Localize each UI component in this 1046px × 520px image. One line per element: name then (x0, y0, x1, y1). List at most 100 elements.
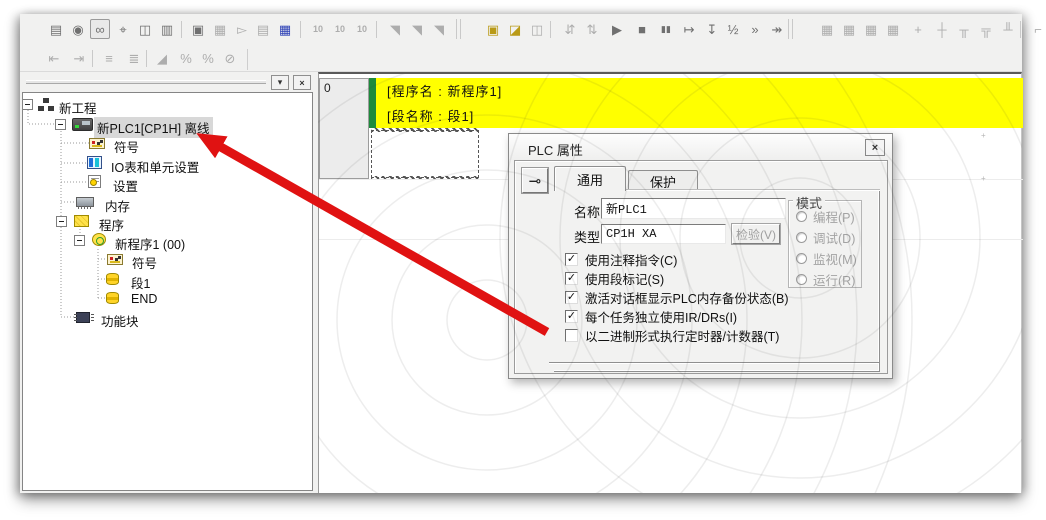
contact-icon-1[interactable]: ┼ (932, 19, 952, 39)
tree-item-io-table[interactable]: IO表和单元设置 (23, 155, 312, 174)
pin-button[interactable]: ⊸ (522, 168, 548, 193)
wand-icon[interactable]: ◢ (152, 48, 172, 68)
view-glasses-icon[interactable]: ∞ (90, 19, 110, 39)
bit-monitor-icon-2[interactable]: 10 (330, 19, 350, 39)
tab-general[interactable]: 通用 (554, 166, 626, 191)
tree-item-end[interactable]: END (23, 290, 312, 309)
verify-button[interactable]: 检验(V) (732, 224, 780, 244)
step-into-icon[interactable]: ↧ (702, 19, 722, 39)
type-input[interactable]: CP1H XA (601, 224, 726, 244)
project-tree: 新工程 新PLC1[CP1H] 离线 符号 IO表和单元设置 设置 内存 (22, 92, 313, 491)
expander-icon[interactable] (55, 119, 66, 130)
tree-item-symbols[interactable]: 符号 (23, 135, 312, 154)
io-table-icon[interactable]: ▦ (275, 19, 295, 39)
monitor-icon-3[interactable]: ▦ (861, 19, 881, 39)
stop-icon[interactable]: ■ (632, 19, 652, 39)
binoculars-icon[interactable]: ⌖ (113, 19, 133, 39)
percent-icon-2[interactable]: % (198, 48, 218, 68)
find-icon[interactable]: ◉ (68, 19, 88, 39)
panel-close-button[interactable]: × (293, 75, 311, 90)
grid-view-icon[interactable]: ▦ (210, 19, 230, 39)
checkbox-icon: ✓ (565, 291, 578, 304)
expander-icon[interactable] (22, 99, 33, 110)
expander-icon[interactable] (56, 216, 67, 227)
tree-item-memory[interactable]: 内存 (23, 194, 312, 213)
tree-item-new-program[interactable]: 新程序1 (00) (23, 232, 312, 251)
function-block-icon (76, 312, 90, 323)
radio-debug[interactable]: 调试(D) (796, 228, 855, 247)
properties-icon[interactable]: ▥ (157, 19, 177, 39)
monitor-icon-2[interactable]: ▦ (839, 19, 859, 39)
rung-wrap-icon[interactable]: ≣ (124, 48, 144, 68)
percent-icon-3[interactable]: ⊘ (220, 48, 240, 68)
force-cancel-icon[interactable]: ◥ (429, 19, 449, 39)
run-to-end-icon[interactable]: ↠ (767, 19, 787, 39)
download-icon[interactable]: ⇅ (582, 19, 602, 39)
indent-left-icon[interactable]: ⇤ (44, 48, 64, 68)
ladder-cursor-cell[interactable] (371, 130, 479, 178)
grid-mark: + (981, 174, 986, 183)
monitor-icon-1[interactable]: ▦ (817, 19, 837, 39)
upload-icon[interactable]: ⇵ (560, 19, 580, 39)
checkbox-label: 激活对话框显示PLC内存备份状态(B) (585, 288, 788, 307)
force-off-icon[interactable]: ◥ (407, 19, 427, 39)
new-window-icon[interactable]: ▣ (483, 19, 503, 39)
bit-monitor-icon-1[interactable]: 10 (308, 19, 328, 39)
tree-item-function-blocks[interactable]: 功能块 (23, 309, 312, 328)
contact-icon-4[interactable]: ╨ (998, 19, 1018, 39)
plc-properties-dialog[interactable]: PLC 属性 × ⊸ 通用 保护 名称 新PLC1 类型 CP1H XA 检验(… (508, 133, 893, 379)
checkbox-icon: ✓ (565, 329, 578, 342)
name-input[interactable]: 新PLC1 (601, 198, 786, 219)
checkbox-memory-backup-status[interactable]: ✓ 激活对话框显示PLC内存备份状态(B) (565, 288, 788, 307)
connector-icon[interactable]: ◫ (135, 19, 155, 39)
toolbar-separator (146, 50, 147, 67)
checkbox-independent-ir-drs[interactable]: ✓ 每个任务独立使用IR/DRs(I) (565, 307, 737, 326)
network-icon[interactable]: ◫ (527, 19, 547, 39)
tab-protection[interactable]: 保护 (628, 170, 698, 191)
radio-monitor[interactable]: 监视(M) (796, 249, 857, 268)
radio-run[interactable]: 运行(R) (796, 270, 855, 289)
percent-icon-1[interactable]: % (176, 48, 196, 68)
step-12-icon[interactable]: ½ (723, 19, 743, 39)
radio-label: 运行(R) (813, 270, 855, 289)
checkbox-use-section-marker[interactable]: ✓ 使用段标记(S) (565, 269, 664, 288)
copy-pages-icon[interactable]: ▣ (188, 19, 208, 39)
list-view-icon[interactable]: ▤ (253, 19, 273, 39)
dialog-close-button[interactable]: × (865, 139, 885, 156)
settings-icon (88, 175, 101, 188)
tree-item-settings[interactable]: 设置 (23, 174, 312, 193)
corner-icon[interactable]: ⌐ (1028, 19, 1046, 39)
bit-monitor-icon-3[interactable]: 10 (352, 19, 372, 39)
monitor-icon-4[interactable]: ▦ (883, 19, 903, 39)
tree-item-program-symbols[interactable]: 符号 (23, 251, 312, 270)
rung-list-icon[interactable]: ≡ (99, 48, 119, 68)
tree-item-plc[interactable]: 新PLC1[CP1H] 离线 (23, 116, 312, 135)
name-label: 名称 (574, 202, 600, 221)
panel-drag-handle[interactable] (26, 80, 266, 84)
contact-icon-3[interactable]: ╦ (976, 19, 996, 39)
panel-dropdown-button[interactable]: ▾ (271, 75, 289, 90)
checkbox-use-comment-instructions[interactable]: ✓ 使用注释指令(C) (565, 250, 677, 269)
radio-program[interactable]: 编程(P) (796, 207, 855, 226)
contact-icon-2[interactable]: ╥ (954, 19, 974, 39)
play-icon[interactable]: ▶ (607, 19, 627, 39)
window-arrow-icon[interactable]: ◪ (505, 19, 525, 39)
tree-item-programs[interactable]: 程序 (23, 213, 312, 232)
expander-icon[interactable] (74, 235, 85, 246)
new-project-icon[interactable]: ▤ (46, 19, 66, 39)
step-next-icon[interactable]: ↦ (679, 19, 699, 39)
program-folder-icon (74, 215, 89, 227)
dialog-titlebar[interactable]: PLC 属性 × (509, 134, 892, 160)
fast-forward-icon[interactable]: » (745, 19, 765, 39)
tree-item-section1[interactable]: 段1 (23, 271, 312, 290)
pause-icon[interactable]: ▮▮ (656, 19, 676, 39)
select-hand-icon[interactable]: ▻ (232, 19, 252, 39)
toolbar-group-separator (456, 19, 461, 39)
checkbox-binary-timer-counter[interactable]: ✓ 以二进制形式执行定时器/计数器(T) (565, 326, 779, 345)
indent-right-icon[interactable]: ⇥ (69, 48, 89, 68)
radio-icon (796, 274, 807, 285)
rung-comment-block[interactable]: [程序名 : 新程序1] [段名称 : 段1] (369, 78, 1023, 128)
new-contact-icon[interactable]: + (908, 19, 928, 39)
force-on-icon[interactable]: ◥ (385, 19, 405, 39)
tree-item-new-project[interactable]: 新工程 (23, 96, 312, 115)
